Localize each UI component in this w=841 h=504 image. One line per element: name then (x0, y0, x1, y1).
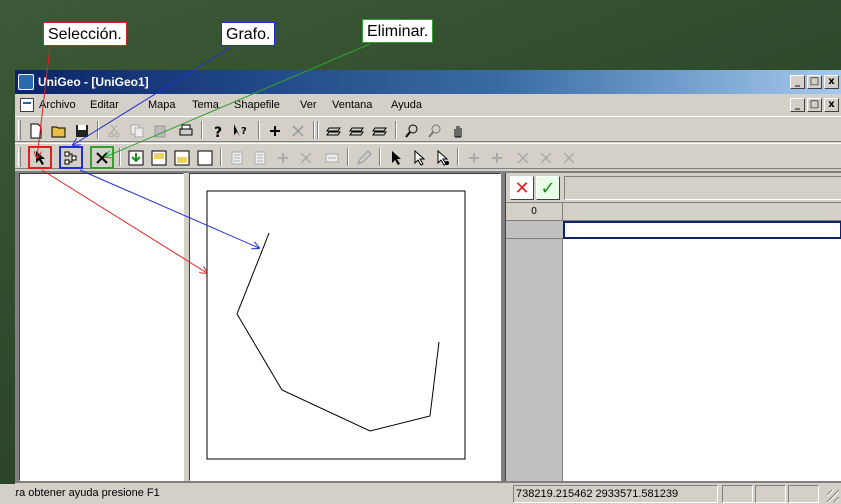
grid-edit-field[interactable] (564, 176, 841, 200)
link-icon[interactable] (321, 147, 343, 168)
plus2-icon[interactable] (463, 147, 485, 168)
pointer1-icon[interactable] (385, 147, 407, 168)
print-icon[interactable] (175, 120, 197, 141)
map-extent-frame (206, 190, 466, 460)
close-button[interactable]: x (824, 75, 839, 89)
mdi-restore-button[interactable]: □ (807, 98, 822, 112)
status-bar: Para obtener ayuda presione F1 738219.21… (2, 484, 841, 504)
context-help-icon[interactable]: ? (230, 120, 252, 141)
toolbar-grip[interactable] (18, 120, 21, 140)
menu-ventana[interactable]: Ventana (332, 99, 372, 111)
toolbar2-grip[interactable] (18, 147, 21, 167)
layer3-icon[interactable] (369, 120, 391, 141)
pan-icon[interactable] (447, 120, 469, 141)
row-header-column (506, 203, 563, 481)
client-area: ✕ ✓ 0 (15, 171, 841, 483)
attribute-grid: ✕ ✓ 0 (505, 173, 841, 481)
selection-arrow-icon[interactable] (28, 146, 52, 169)
menu-editar[interactable]: Editar (90, 99, 119, 111)
menu-shapefile[interactable]: Shapefile (234, 99, 280, 111)
status-panel-3 (788, 485, 819, 503)
active-grid-cell[interactable] (563, 221, 841, 239)
mdi-minimize-button[interactable]: _ (790, 98, 805, 112)
white-square-icon[interactable] (194, 147, 216, 168)
pencil-icon[interactable] (353, 147, 375, 168)
doc1-icon[interactable] (226, 147, 248, 168)
svg-text:?: ? (241, 126, 247, 137)
paste-icon[interactable] (149, 120, 171, 141)
column-header-row: 0 (506, 203, 841, 221)
status-panel-1 (722, 485, 753, 503)
pointer3-icon[interactable] (431, 147, 453, 168)
menu-ver[interactable]: Ver (300, 99, 317, 111)
x3-icon[interactable] (535, 147, 557, 168)
svg-text:?: ? (214, 125, 222, 139)
add-icon[interactable] (264, 120, 286, 141)
status-panel-2 (755, 485, 786, 503)
cut-icon[interactable] (103, 120, 125, 141)
grid-toolbar: ✕ ✓ (506, 173, 841, 203)
zoom-out-icon[interactable] (424, 120, 446, 141)
title-bar[interactable]: UniGeo - [UniGeo1] _ □ x (15, 70, 841, 94)
menu-archivo[interactable]: Archivo (39, 99, 76, 111)
yellow-square2-icon[interactable] (171, 147, 193, 168)
status-help-text: Para obtener ayuda presione F1 (2, 487, 160, 499)
main-toolbar: ? ? (15, 116, 841, 142)
confirm-edit-button[interactable]: ✓ (536, 176, 560, 200)
graph-icon[interactable] (59, 146, 83, 169)
x2-icon[interactable] (512, 147, 534, 168)
menu-tema[interactable]: Tema (192, 99, 219, 111)
x-icon[interactable] (295, 147, 317, 168)
cancel-edit-button[interactable]: ✕ (510, 176, 534, 200)
column-header-0[interactable]: 0 (506, 203, 563, 221)
plus-icon[interactable] (272, 147, 294, 168)
resize-grip[interactable] (827, 490, 839, 502)
help-icon[interactable]: ? (207, 120, 229, 141)
yellow-square-icon[interactable] (148, 147, 170, 168)
mdi-close-button[interactable]: x (824, 98, 839, 112)
eliminate-icon[interactable] (90, 146, 114, 169)
legend-pane[interactable] (19, 173, 184, 481)
delete-icon[interactable] (287, 120, 309, 141)
copy-icon[interactable] (126, 120, 148, 141)
status-coordinates: 738219.215462 2933571.581239 (513, 485, 718, 503)
maximize-button[interactable]: □ (807, 75, 822, 89)
down-arrow-icon[interactable] (125, 147, 147, 168)
layer1-icon[interactable] (323, 120, 345, 141)
layer2-icon[interactable] (346, 120, 368, 141)
menu-bar: Archivo Editar Mapa Tema Shapefile Ver V… (15, 95, 841, 116)
x4-icon[interactable] (558, 147, 580, 168)
open-icon[interactable] (48, 120, 70, 141)
menu-ayuda[interactable]: Ayuda (391, 99, 422, 111)
app-window: UniGeo - [UniGeo1] _ □ x Archivo Editar … (2, 70, 841, 504)
plus3-icon[interactable] (486, 147, 508, 168)
row-header-1[interactable] (506, 221, 563, 239)
minimize-button[interactable]: _ (790, 75, 805, 89)
zoom-in-icon[interactable] (401, 120, 423, 141)
app-icon (18, 74, 34, 90)
eliminar-callout: Eliminar. (362, 19, 434, 43)
grafo-callout: Grafo. (221, 22, 276, 46)
save-icon[interactable] (71, 120, 93, 141)
window-title: UniGeo - [UniGeo1] (38, 75, 149, 89)
seleccion-callout: Selección. (43, 22, 127, 46)
edit-toolbar (15, 143, 841, 169)
new-icon[interactable] (25, 120, 47, 141)
document-icon[interactable] (20, 98, 34, 112)
map-view[interactable] (189, 173, 501, 481)
doc2-icon[interactable] (249, 147, 271, 168)
pointer2-icon[interactable] (408, 147, 430, 168)
menu-mapa[interactable]: Mapa (148, 99, 176, 111)
